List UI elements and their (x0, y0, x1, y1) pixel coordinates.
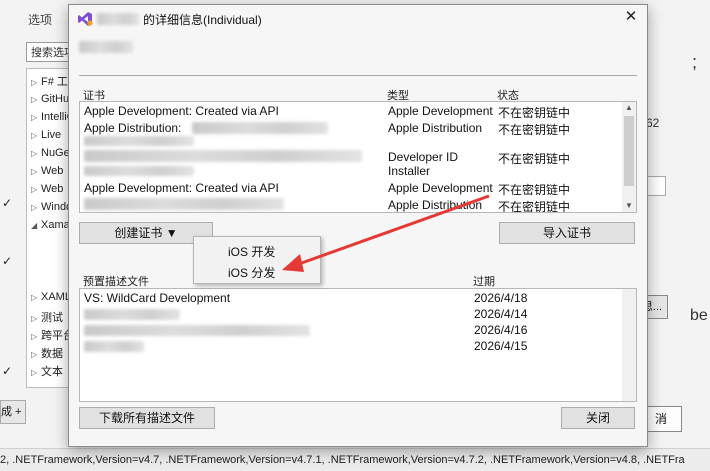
cert-status: 不在密钥链中 (498, 200, 571, 213)
redacted-cert-name (84, 198, 284, 210)
cert-name: Apple Distribution: (84, 121, 182, 135)
options-tree: ▷F# 工 ▷GitHub ▷IntelliCode ▷Live ▷NuGet … (26, 68, 72, 388)
tree-item[interactable]: ▷ F# 工 (31, 73, 68, 89)
cert-status: 不在密钥链中 (498, 152, 571, 166)
menu-item-ios-development[interactable]: iOS 开发 (228, 243, 275, 260)
cert-status: 不在密钥链中 (498, 183, 571, 197)
profile-name: VS: WildCard Development (84, 291, 231, 305)
tree-item[interactable]: ▷ GitHub (31, 93, 71, 105)
close-button[interactable]: 关闭 (561, 407, 635, 429)
tree-item[interactable]: ▷ Web (31, 183, 63, 195)
redacted-account-info (79, 41, 133, 53)
certificate-list-scrollbar[interactable]: ▲ ▼ (622, 102, 636, 212)
visual-studio-icon (78, 12, 93, 26)
tree-item[interactable]: ▷ 数据 (31, 345, 63, 361)
background-button[interactable]: 成 + (0, 400, 26, 424)
cert-type: Developer ID Installer (388, 150, 459, 178)
profile-expiry: 2026/4/16 (474, 323, 528, 337)
checkmark-icon: ✓ (2, 196, 13, 210)
cert-type: Apple Distribution (388, 198, 483, 212)
scroll-up-icon[interactable]: ▲ (622, 102, 636, 114)
redacted-cert-name (84, 166, 194, 176)
cert-type: Apple Development (388, 104, 493, 118)
profile-list-scrollbar[interactable] (622, 289, 636, 401)
background-text: 62 (646, 116, 660, 130)
background-text: be (690, 307, 708, 324)
create-certificate-dropdown: iOS 开发 iOS 分发 (193, 236, 321, 284)
import-certificate-button[interactable]: 导入证书 (499, 222, 635, 244)
tree-item[interactable]: ▷ XAML (31, 291, 71, 303)
profile-expiry: 2026/4/18 (474, 291, 528, 305)
redacted-profile-name (84, 341, 144, 352)
account-details-dialog: 的详细信息(Individual) ✕ 证书 类型 状态 Apple Devel… (68, 4, 648, 447)
tree-item[interactable]: ▷ 跨平台 (31, 327, 71, 343)
redacted-cert-name (192, 122, 328, 134)
close-icon[interactable]: ✕ (623, 9, 639, 25)
column-header-expiry: 过期 (473, 276, 495, 288)
checkmark-icon: ✓ (2, 254, 13, 268)
divider (79, 75, 637, 76)
redacted-profile-name (84, 325, 310, 336)
options-window-title: 选项 (28, 13, 53, 27)
tree-item[interactable]: ▷ Web (31, 165, 63, 177)
profile-expiry: 2026/4/14 (474, 307, 528, 321)
menu-item-ios-distribution[interactable]: iOS 分发 (228, 264, 275, 281)
download-all-profiles-button[interactable]: 下载所有描述文件 (79, 407, 215, 429)
options-search-input[interactable]: 搜索选项 (26, 42, 74, 62)
redacted-profile-name (84, 309, 180, 320)
scroll-down-icon[interactable]: ▼ (622, 200, 636, 212)
checkmark-icon: ✓ (2, 364, 13, 378)
provisioning-profile-list[interactable]: VS: WildCard Development 2026/4/18 2026/… (79, 288, 637, 402)
cert-status: 不在密钥链中 (498, 123, 571, 137)
tree-item[interactable]: ▷Windows (31, 201, 71, 213)
cert-type: Apple Distribution (388, 121, 483, 135)
cert-name: Apple Development: Created via API (84, 181, 279, 195)
profile-expiry: 2026/4/15 (474, 339, 528, 353)
redacted-cert-name (84, 150, 362, 162)
cert-type: Apple Development (388, 181, 493, 195)
tree-item[interactable]: ▷ NuGet (31, 147, 71, 159)
redacted-cert-name (84, 136, 194, 146)
scrollbar-thumb[interactable] (624, 116, 634, 186)
column-header-profile: 预置描述文件 (83, 276, 149, 288)
background-text: ; (692, 52, 698, 72)
cert-name: Apple Development: Created via API (84, 104, 279, 118)
redacted-account-name (97, 13, 139, 25)
tree-item[interactable]: ▷ Live (31, 129, 61, 141)
tree-item[interactable]: ◢Xamarin (31, 219, 71, 231)
tree-item[interactable]: ▷ 测试 (31, 309, 63, 325)
framework-list-text: 2, .NETFramework,Version=v4.7, .NETFrame… (0, 448, 710, 471)
tree-item[interactable]: ▷ 文本 (31, 363, 63, 379)
tree-item[interactable]: ▷IntelliCode (31, 111, 71, 123)
certificate-list[interactable]: Apple Development: Created via API Apple… (79, 101, 637, 213)
dialog-title: 的详细信息(Individual) (143, 13, 262, 27)
cert-status: 不在密钥链中 (498, 106, 571, 120)
